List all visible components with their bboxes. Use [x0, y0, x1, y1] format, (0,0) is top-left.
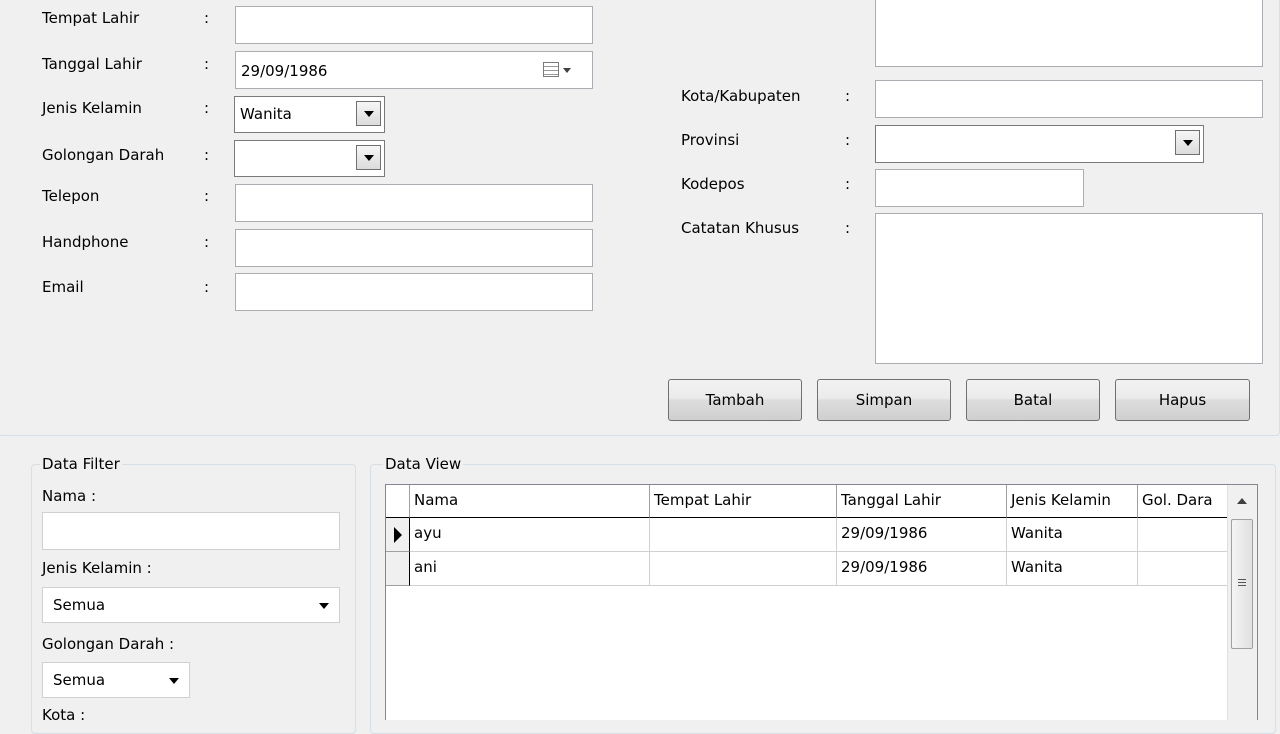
- vertical-scrollbar[interactable]: [1227, 485, 1257, 720]
- tanggal-lahir-datepicker[interactable]: 29/09/1986: [235, 51, 593, 89]
- colon: :: [204, 233, 210, 251]
- colon: :: [204, 99, 210, 117]
- filter-jenis-kelamin-label: Jenis Kelamin :: [42, 559, 152, 577]
- catatan-textarea[interactable]: [875, 213, 1263, 364]
- colon: :: [204, 187, 210, 205]
- grid-corner-header: [386, 485, 410, 518]
- table-cell[interactable]: [1138, 552, 1229, 586]
- chevron-down-icon[interactable]: [563, 68, 571, 73]
- table-cell[interactable]: [1138, 518, 1229, 552]
- jenis-kelamin-value: Wanita: [240, 105, 292, 123]
- current-row-icon: [394, 527, 402, 543]
- tanggal-lahir-label: Tanggal Lahir: [42, 55, 142, 73]
- email-input[interactable]: [235, 273, 593, 311]
- data-view-title: Data View: [383, 455, 464, 473]
- table-cell[interactable]: 29/09/1986: [837, 518, 1007, 552]
- column-header-tanggal-lahir[interactable]: Tanggal Lahir: [837, 485, 1007, 518]
- dropdown-arrow-icon[interactable]: [356, 101, 381, 126]
- dropdown-arrow-icon[interactable]: [1175, 130, 1200, 155]
- scroll-thumb[interactable]: [1231, 519, 1253, 649]
- colon: :: [204, 146, 210, 164]
- table-cell[interactable]: 29/09/1986: [837, 552, 1007, 586]
- data-filter-title: Data Filter: [40, 455, 122, 473]
- dropdown-arrow-icon[interactable]: [356, 145, 381, 170]
- table-cell[interactable]: Wanita: [1007, 518, 1138, 552]
- row-selector[interactable]: [386, 518, 410, 552]
- jenis-kelamin-select[interactable]: Wanita: [234, 96, 385, 133]
- colon: :: [845, 87, 851, 105]
- kodepos-label: Kodepos: [681, 175, 745, 193]
- tempat-lahir-input[interactable]: [235, 6, 593, 44]
- colon: :: [204, 55, 210, 73]
- filter-jenis-kelamin-value: Semua: [53, 596, 106, 614]
- telepon-label: Telepon: [42, 187, 100, 205]
- alamat-textarea[interactable]: [875, 0, 1263, 67]
- table-cell[interactable]: [650, 552, 837, 586]
- filter-golongan-darah-label: Golongan Darah :: [42, 635, 175, 653]
- chevron-down-icon: [169, 678, 179, 684]
- colon: :: [204, 9, 210, 27]
- table-cell[interactable]: ayu: [410, 518, 650, 552]
- handphone-label: Handphone: [42, 233, 129, 251]
- kota-label: Kota/Kabupaten: [681, 87, 801, 105]
- calendar-icon[interactable]: [543, 62, 559, 77]
- hapus-button[interactable]: Hapus: [1115, 379, 1250, 421]
- kodepos-input[interactable]: [875, 169, 1084, 207]
- column-header-jenis-kelamin[interactable]: Jenis Kelamin: [1007, 485, 1138, 518]
- filter-golongan-darah-value: Semua: [53, 671, 106, 689]
- tambah-button[interactable]: Tambah: [668, 379, 802, 421]
- colon: :: [845, 175, 851, 193]
- colon: :: [204, 278, 210, 296]
- scroll-up-icon[interactable]: [1237, 498, 1247, 504]
- batal-button[interactable]: Batal: [966, 379, 1100, 421]
- table-cell[interactable]: ani: [410, 552, 650, 586]
- jenis-kelamin-label: Jenis Kelamin: [42, 99, 142, 117]
- filter-jenis-kelamin-select[interactable]: Semua: [42, 587, 340, 623]
- golongan-darah-select[interactable]: [234, 140, 385, 177]
- kota-input[interactable]: [875, 80, 1263, 118]
- row-selector[interactable]: [386, 552, 410, 586]
- provinsi-label: Provinsi: [681, 131, 740, 149]
- table-cell[interactable]: Wanita: [1007, 552, 1138, 586]
- grip-icon: [1238, 579, 1246, 580]
- email-label: Email: [42, 278, 84, 296]
- simpan-button[interactable]: Simpan: [817, 379, 951, 421]
- chevron-down-icon: [319, 603, 329, 609]
- provinsi-select[interactable]: [875, 125, 1204, 163]
- filter-nama-input[interactable]: [42, 512, 340, 550]
- telepon-input[interactable]: [235, 184, 593, 222]
- column-header-gol-darah[interactable]: Gol. Dara: [1138, 485, 1229, 518]
- column-header-nama[interactable]: Nama: [410, 485, 650, 518]
- golongan-darah-label: Golongan Darah: [42, 146, 165, 164]
- filter-golongan-darah-select[interactable]: Semua: [42, 662, 190, 698]
- handphone-input[interactable]: [235, 229, 593, 267]
- tanggal-lahir-value: 29/09/1986: [241, 62, 328, 80]
- data-grid[interactable]: Nama Tempat Lahir Tanggal Lahir Jenis Ke…: [385, 484, 1258, 720]
- column-header-tempat-lahir[interactable]: Tempat Lahir: [650, 485, 837, 518]
- filter-nama-label: Nama :: [42, 487, 97, 505]
- tempat-lahir-label: Tempat Lahir: [42, 9, 140, 27]
- table-cell[interactable]: [650, 518, 837, 552]
- catatan-label: Catatan Khusus: [681, 219, 800, 237]
- colon: :: [845, 219, 851, 237]
- colon: :: [845, 131, 851, 149]
- filter-kota-label: Kota :: [42, 706, 86, 724]
